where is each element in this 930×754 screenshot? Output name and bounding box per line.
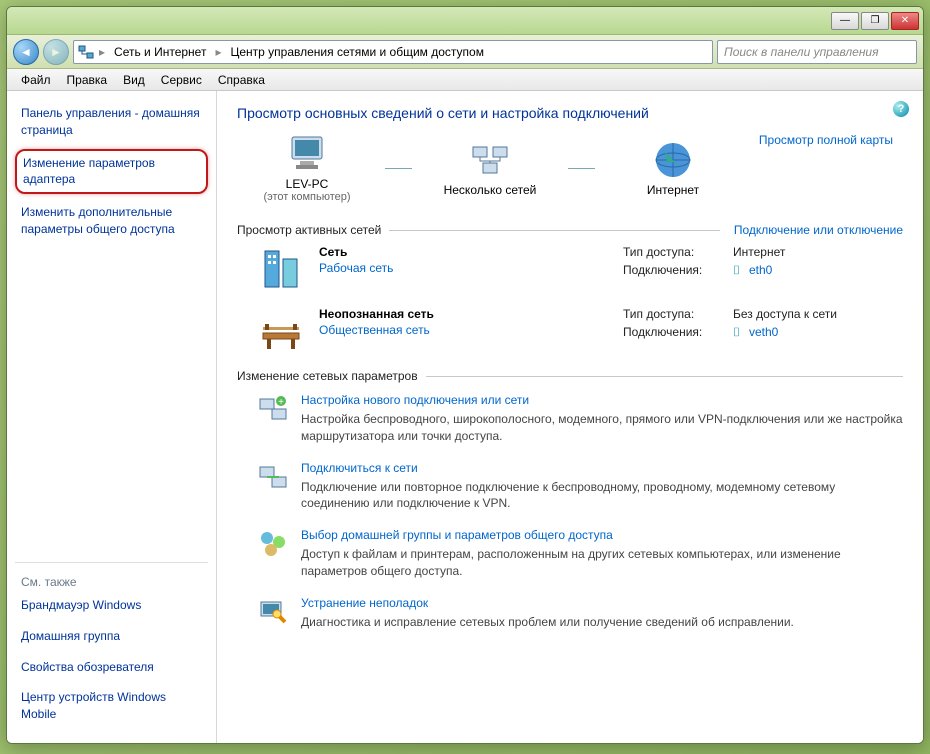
network-icon [78, 44, 94, 60]
troubleshoot-icon [257, 596, 289, 628]
connections-label: Подключения: [623, 263, 733, 277]
sidebar-adapter-settings-link[interactable]: Изменение параметров адаптера [15, 149, 208, 195]
connection-eth0-link[interactable]: ⌷eth0 [733, 263, 772, 277]
map-networks-label: Несколько сетей [444, 183, 537, 197]
access-type-label: Тип доступа: [623, 307, 733, 321]
network-2-info: Неопознанная сеть Общественная сеть [319, 307, 434, 355]
divider [426, 376, 903, 377]
task-homegroup-sharing[interactable]: Выбор домашней группы и параметров общег… [257, 528, 903, 580]
change-settings-label: Изменение сетевых параметров [237, 369, 418, 383]
sidebar: Панель управления - домашняя страница Из… [7, 91, 217, 743]
sidebar-see-also: См. также Брандмауэр Windows Домашняя гр… [15, 562, 208, 733]
work-network-icon [257, 245, 305, 293]
task-connect-network-title: Подключиться к сети [301, 461, 903, 475]
connections-label: Подключения: [623, 325, 733, 339]
access-type-value: Интернет [733, 245, 785, 259]
titlebar: — ❐ ✕ [7, 7, 923, 35]
menu-service[interactable]: Сервис [153, 70, 210, 90]
map-pc-sublabel: (этот компьютер) [263, 191, 350, 203]
svg-text:+: + [278, 397, 284, 408]
breadcrumb-separator: ▸ [212, 45, 224, 59]
task-new-connection[interactable]: + Настройка нового подключения или сети … [257, 393, 903, 445]
task-troubleshoot[interactable]: Устранение неполадок Диагностика и испра… [257, 596, 903, 631]
menu-help[interactable]: Справка [210, 70, 273, 90]
task-troubleshoot-title: Устранение неполадок [301, 596, 794, 610]
network-2-name: Неопознанная сеть [319, 307, 434, 321]
breadcrumb-separator: ▸ [96, 45, 108, 59]
sidebar-mobile-link[interactable]: Центр устройств Windows Mobile [15, 685, 208, 727]
map-pc-label: LEV-PC [286, 177, 329, 191]
homegroup-icon [257, 528, 289, 560]
breadcrumb-center[interactable]: Центр управления сетями и общим доступом [226, 43, 488, 61]
access-type-label: Тип доступа: [623, 245, 733, 259]
task-connect-network-desc: Подключение или повторное подключение к … [301, 479, 903, 513]
maximize-button[interactable]: ❐ [861, 12, 889, 30]
menu-bar: Файл Правка Вид Сервис Справка [7, 69, 923, 91]
address-bar[interactable]: ▸ Сеть и Интернет ▸ Центр управления сет… [73, 40, 713, 64]
back-button[interactable]: ◄ [13, 39, 39, 65]
map-connector [568, 168, 595, 169]
map-internet-label: Интернет [647, 183, 699, 197]
network-entry-1: Сеть Рабочая сеть Тип доступа: Интернет … [257, 245, 903, 293]
task-new-connection-desc: Настройка беспроводного, широкополосного… [301, 411, 903, 445]
search-placeholder: Поиск в панели управления [724, 45, 879, 59]
map-this-pc[interactable]: LEV-PC (этот компьютер) [237, 133, 377, 203]
breadcrumb-network[interactable]: Сеть и Интернет [110, 43, 210, 61]
sidebar-homegroup-link[interactable]: Домашняя группа [15, 624, 208, 649]
forward-button[interactable]: ► [43, 39, 69, 65]
control-panel-window: — ❐ ✕ ◄ ► ▸ Сеть и Интернет ▸ Центр упра… [6, 6, 924, 744]
globe-icon [652, 139, 694, 181]
connect-network-icon [257, 461, 289, 493]
task-homegroup-desc: Доступ к файлам и принтерам, расположенн… [301, 546, 903, 580]
map-internet[interactable]: Интернет [603, 139, 743, 197]
task-new-connection-title: Настройка нового подключения или сети [301, 393, 903, 407]
map-connector [385, 168, 412, 169]
active-networks-label: Просмотр активных сетей [237, 223, 381, 237]
task-homegroup-title: Выбор домашней группы и параметров общег… [301, 528, 903, 542]
network-map: LEV-PC (этот компьютер) Несколько сетей [237, 133, 743, 203]
access-type-value: Без доступа к сети [733, 307, 837, 321]
network-1-type-link[interactable]: Рабочая сеть [319, 261, 393, 275]
public-network-icon [257, 307, 305, 355]
page-title: Просмотр основных сведений о сети и наст… [237, 105, 903, 121]
change-settings-header: Изменение сетевых параметров [237, 369, 903, 383]
minimize-button[interactable]: — [831, 12, 859, 30]
close-button[interactable]: ✕ [891, 12, 919, 30]
network-1-info: Сеть Рабочая сеть [319, 245, 393, 293]
menu-view[interactable]: Вид [115, 70, 153, 90]
menu-edit[interactable]: Правка [59, 70, 116, 90]
content-pane: ? Просмотр основных сведений о сети и на… [217, 91, 923, 743]
network-2-type-link[interactable]: Общественная сеть [319, 323, 434, 337]
network-1-name: Сеть [319, 245, 393, 259]
pc-icon [286, 133, 328, 175]
network-1-details: Тип доступа: Интернет Подключения: ⌷eth0 [623, 245, 903, 293]
window-body: Панель управления - домашняя страница Из… [7, 91, 923, 743]
active-networks-header: Просмотр активных сетей Подключение или … [237, 223, 903, 237]
see-also-heading: См. также [15, 571, 208, 593]
adapter-icon: ⌷ [733, 263, 745, 275]
help-icon[interactable]: ? [893, 101, 909, 117]
navigation-bar: ◄ ► ▸ Сеть и Интернет ▸ Центр управления… [7, 35, 923, 69]
map-networks[interactable]: Несколько сетей [420, 139, 560, 197]
sidebar-firewall-link[interactable]: Брандмауэр Windows [15, 593, 208, 618]
task-troubleshoot-desc: Диагностика и исправление сетевых пробле… [301, 614, 794, 631]
new-connection-icon: + [257, 393, 289, 425]
sidebar-advanced-sharing-link[interactable]: Изменить дополнительные параметры общего… [15, 200, 208, 242]
sidebar-browser-link[interactable]: Свойства обозревателя [15, 655, 208, 680]
sidebar-home-link[interactable]: Панель управления - домашняя страница [15, 101, 208, 143]
adapter-icon: ⌷ [733, 325, 745, 337]
networks-icon [469, 139, 511, 181]
connect-disconnect-link[interactable]: Подключение или отключение [734, 223, 903, 237]
connection-veth0-link[interactable]: ⌷veth0 [733, 325, 778, 339]
network-entry-2: Неопознанная сеть Общественная сеть Тип … [257, 307, 903, 355]
search-input[interactable]: Поиск в панели управления [717, 40, 917, 64]
task-connect-network[interactable]: Подключиться к сети Подключение или повт… [257, 461, 903, 513]
menu-file[interactable]: Файл [13, 70, 59, 90]
full-map-link[interactable]: Просмотр полной карты [743, 133, 903, 209]
network-2-details: Тип доступа: Без доступа к сети Подключе… [623, 307, 903, 355]
divider [389, 230, 720, 231]
